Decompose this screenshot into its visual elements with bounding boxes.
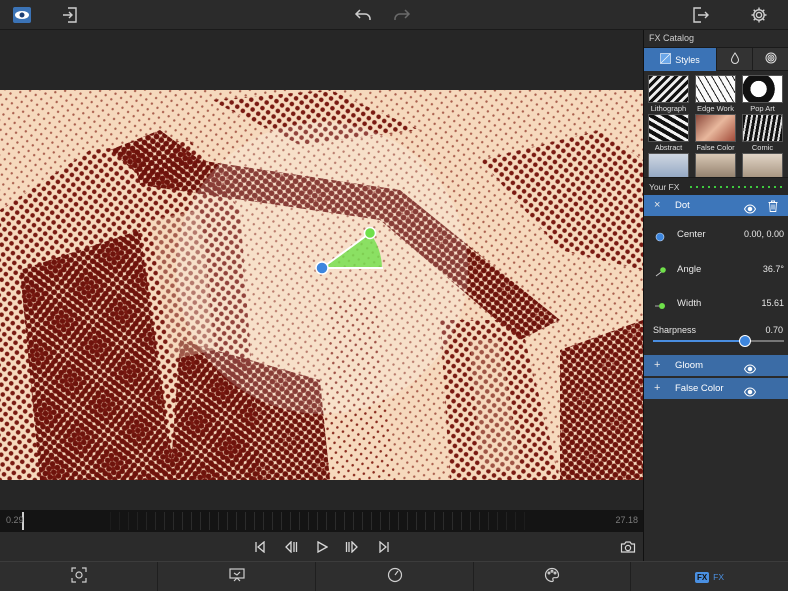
- sharpness-label: Sharpness: [653, 325, 697, 335]
- expand-icon[interactable]: +: [654, 359, 660, 371]
- param-width[interactable]: Width 15.61: [644, 286, 788, 320]
- speed-icon: [387, 567, 403, 588]
- close-icon[interactable]: ×: [654, 199, 660, 211]
- video-viewer: [0, 30, 643, 510]
- sharpness-slider-fill: [653, 340, 745, 342]
- sharpness-value: 0.70: [765, 325, 783, 335]
- angle-icon: [655, 264, 667, 282]
- skip-end-icon[interactable]: [375, 538, 393, 556]
- drop-icon: [730, 51, 740, 69]
- tab-presentation[interactable]: [158, 562, 316, 591]
- tab-styles[interactable]: Styles: [644, 48, 717, 71]
- param-angle[interactable]: Angle 36.7°: [644, 252, 788, 286]
- presentation-icon: [228, 567, 246, 588]
- skip-start-icon[interactable]: [251, 538, 269, 556]
- fx-item-dot-label: Dot: [675, 200, 690, 211]
- tab-palette[interactable]: [474, 562, 631, 591]
- app-window: 0.29 27.18 FX Catalog Styles Lithograph …: [0, 0, 788, 591]
- catalog-tabs: Styles: [644, 47, 788, 71]
- timeline-end-time: 27.18: [615, 515, 638, 525]
- fx-icon: FX: [694, 571, 710, 583]
- timeline[interactable]: 0.29 27.18: [0, 510, 643, 532]
- angle-handle[interactable]: [363, 226, 377, 240]
- tab-spiral[interactable]: [753, 48, 788, 71]
- top-toolbar: [0, 0, 788, 30]
- tab-speed[interactable]: [316, 562, 474, 591]
- step-back-icon[interactable]: [282, 538, 300, 556]
- sharpness-slider-thumb[interactable]: [738, 335, 751, 347]
- focus-icon: [70, 566, 87, 588]
- fx-item-dot[interactable]: × Dot: [644, 195, 788, 217]
- param-center-value: 0.00, 0.00: [743, 229, 784, 239]
- play-icon[interactable]: [313, 538, 331, 556]
- sharpness-slider[interactable]: [653, 335, 784, 347]
- camera-icon[interactable]: [619, 538, 637, 556]
- step-forward-icon[interactable]: [343, 538, 361, 556]
- tab-fx-label: FX: [713, 572, 725, 582]
- trash-icon[interactable]: [768, 199, 778, 212]
- thumb-pop-art[interactable]: Pop Art: [742, 75, 783, 114]
- palette-icon: [544, 567, 560, 588]
- fx-item-false-color[interactable]: + False Color: [644, 378, 788, 400]
- gear-icon[interactable]: [747, 4, 771, 26]
- param-center[interactable]: Center 0.00, 0.00: [644, 217, 788, 251]
- thumb-false-color[interactable]: False Color: [695, 114, 736, 153]
- eye-icon[interactable]: [743, 361, 757, 374]
- styles-icon: [660, 51, 672, 69]
- thumb-lithograph[interactable]: Lithograph: [648, 75, 689, 114]
- your-fx-progress: [690, 186, 784, 188]
- param-angle-label: Angle: [677, 264, 702, 275]
- eye-app-icon[interactable]: [10, 4, 34, 26]
- thumb-comic[interactable]: Comic: [742, 114, 783, 153]
- fx-item-false-color-label: False Color: [675, 383, 724, 394]
- width-icon: [655, 298, 667, 316]
- tab-styles-label: Styles: [675, 54, 700, 65]
- preview-image[interactable]: [0, 90, 643, 480]
- param-width-value: 15.61: [761, 298, 784, 308]
- param-angle-value: 36.7°: [762, 264, 784, 274]
- tab-focus[interactable]: [0, 562, 158, 591]
- thumb-edge-work[interactable]: Edge Work: [695, 75, 736, 114]
- param-center-label: Center: [677, 229, 706, 240]
- fx-catalog-title: FX Catalog: [649, 33, 695, 43]
- eye-icon[interactable]: [743, 384, 757, 397]
- undo-icon[interactable]: [351, 4, 375, 26]
- export-icon[interactable]: [688, 4, 712, 26]
- fx-panel: FX Catalog Styles Lithograph Edge Work P…: [643, 30, 788, 561]
- tab-fx[interactable]: FX FX: [631, 562, 788, 591]
- center-handle[interactable]: [315, 261, 329, 275]
- your-fx-title: Your FX: [649, 182, 680, 192]
- bottom-nav: FX FX: [0, 561, 788, 591]
- your-fx-header: Your FX: [644, 177, 788, 195]
- fx-item-gloom[interactable]: + Gloom: [644, 355, 788, 377]
- transport-controls: [0, 532, 643, 561]
- tab-drop[interactable]: [717, 48, 753, 71]
- import-icon[interactable]: [58, 4, 82, 26]
- center-icon: [655, 229, 665, 247]
- redo-icon[interactable]: [390, 4, 414, 26]
- param-width-label: Width: [677, 298, 702, 309]
- timeline-start-time: 0.29: [6, 515, 24, 525]
- eye-icon[interactable]: [743, 201, 757, 214]
- fx-item-gloom-label: Gloom: [675, 360, 703, 371]
- expand-icon[interactable]: +: [654, 382, 660, 394]
- thumb-abstract[interactable]: Abstract: [648, 114, 689, 153]
- spiral-icon: [765, 51, 777, 69]
